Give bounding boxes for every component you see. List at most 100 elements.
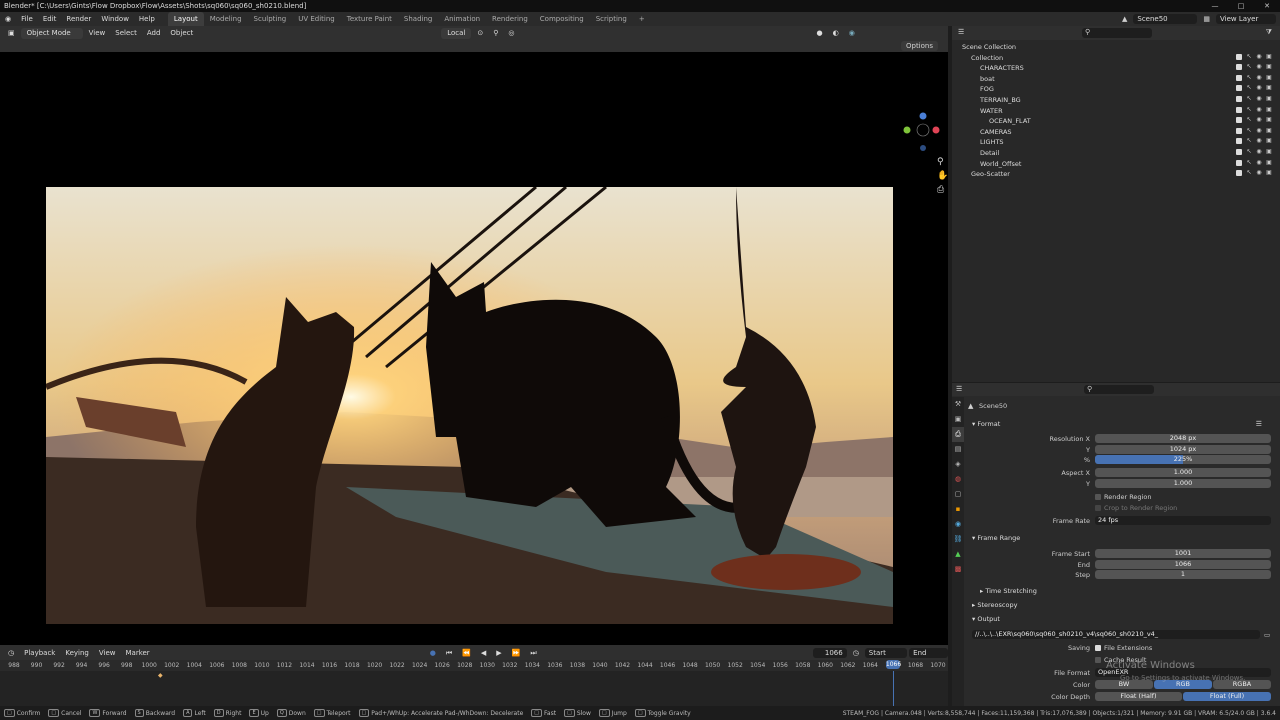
visibility-select-icon[interactable]: ↖: [1246, 138, 1252, 144]
snap-icon[interactable]: ⚲: [489, 27, 502, 39]
playhead[interactable]: 1066: [885, 660, 901, 669]
editor-type-icon[interactable]: ▣: [4, 27, 19, 39]
exclude-checkbox[interactable]: [1236, 64, 1242, 71]
pivot-icon[interactable]: ⊙: [473, 27, 487, 39]
exclude-checkbox[interactable]: [1236, 53, 1242, 60]
visibility-eye-icon[interactable]: ◉: [1256, 53, 1262, 60]
outliner-row[interactable]: TERRAIN_BG ↖ ◉ ▣: [952, 95, 1280, 106]
tab-sculpting[interactable]: Sculpting: [248, 12, 293, 26]
constraint-tab-icon[interactable]: ⛓: [952, 532, 964, 547]
tab-modeling[interactable]: Modeling: [204, 12, 248, 26]
frame-range-section-header[interactable]: ▾ Frame Range: [972, 534, 1020, 542]
exclude-checkbox[interactable]: [1236, 127, 1242, 134]
visibility-eye-icon[interactable]: ◉: [1256, 127, 1262, 134]
shading-solid-icon[interactable]: ●: [813, 27, 827, 39]
outliner-row[interactable]: boat ↖ ◉ ▣: [952, 74, 1280, 85]
depth-half-button[interactable]: Float (Half): [1095, 692, 1182, 701]
tab-compositing[interactable]: Compositing: [534, 12, 590, 26]
exclude-checkbox[interactable]: [1236, 170, 1242, 177]
visibility-select-icon[interactable]: ↖: [1246, 85, 1252, 91]
keyframe-marker[interactable]: ◆: [158, 672, 163, 679]
visibility-select-icon[interactable]: ↖: [1246, 96, 1252, 102]
outliner-row[interactable]: Geo-Scatter ↖ ◉ ▣: [952, 169, 1280, 180]
editor-type-icon[interactable]: ☰: [956, 385, 962, 393]
menu-view[interactable]: View: [95, 647, 120, 659]
file-extensions-checkbox[interactable]: [1095, 645, 1101, 651]
aspect-y-field[interactable]: 1.000: [1095, 479, 1271, 488]
folder-icon[interactable]: ▭: [1264, 630, 1270, 640]
menu-object[interactable]: Object: [166, 27, 197, 39]
exclude-checkbox[interactable]: [1236, 106, 1242, 113]
render-region-checkbox[interactable]: [1095, 494, 1101, 500]
editor-type-icon[interactable]: ☰: [958, 28, 964, 36]
options-dropdown[interactable]: Options: [900, 41, 938, 51]
menu-select[interactable]: Select: [111, 27, 141, 39]
menu-playback[interactable]: Playback: [20, 647, 59, 659]
outliner-row[interactable]: CHARACTERS ↖ ◉ ▣: [952, 63, 1280, 74]
play-reverse-icon[interactable]: ◀: [477, 647, 490, 659]
record-icon[interactable]: ●: [426, 647, 440, 659]
collection-tab-icon[interactable]: ▢: [952, 487, 964, 502]
outliner-row[interactable]: Scene Collection: [952, 42, 1280, 53]
visibility-camera-icon[interactable]: ▣: [1266, 106, 1272, 113]
outliner-row[interactable]: CAMERAS ↖ ◉ ▣: [952, 127, 1280, 138]
mode-dropdown[interactable]: Object Mode: [20, 27, 83, 39]
crop-region-checkbox[interactable]: [1095, 505, 1101, 511]
outliner-row[interactable]: WATER ↖ ◉ ▣: [952, 106, 1280, 117]
minimize-button[interactable]: —: [1202, 0, 1228, 12]
start-frame-field[interactable]: Start 1001: [864, 647, 908, 667]
render-tab-icon[interactable]: ▣: [952, 412, 964, 427]
menu-keying[interactable]: Keying: [61, 647, 93, 659]
visibility-select-icon[interactable]: ↖: [1246, 64, 1252, 70]
visibility-eye-icon[interactable]: ◉: [1256, 117, 1262, 123]
blender-logo-icon[interactable]: ◉: [0, 12, 16, 26]
visibility-camera-icon[interactable]: ▣: [1266, 159, 1272, 166]
visibility-select-icon[interactable]: ↖: [1246, 117, 1252, 123]
visibility-select-icon[interactable]: ↖: [1246, 127, 1252, 134]
exclude-checkbox[interactable]: [1236, 159, 1242, 166]
menu-help[interactable]: Help: [134, 12, 160, 26]
maximize-button[interactable]: □: [1228, 0, 1254, 12]
outliner-row[interactable]: World_Offset ↖ ◉ ▣: [952, 159, 1280, 170]
proportional-icon[interactable]: ◎: [504, 27, 518, 39]
visibility-select-icon[interactable]: ↖: [1246, 53, 1252, 60]
visibility-select-icon[interactable]: ↖: [1246, 170, 1252, 176]
exclude-checkbox[interactable]: [1236, 96, 1242, 102]
tab-animation[interactable]: Animation: [438, 12, 486, 26]
visibility-eye-icon[interactable]: ◉: [1256, 159, 1262, 166]
jump-start-icon[interactable]: ⏮: [442, 647, 456, 659]
visibility-camera-icon[interactable]: ▣: [1266, 170, 1272, 176]
visibility-eye-icon[interactable]: ◉: [1256, 85, 1262, 91]
shading-rendered-icon[interactable]: ◉: [845, 27, 859, 39]
menu-view[interactable]: View: [85, 27, 110, 39]
view-layer-field[interactable]: View Layer: [1216, 14, 1276, 24]
menu-file[interactable]: File: [16, 12, 38, 26]
visibility-select-icon[interactable]: ↖: [1246, 74, 1252, 81]
editor-type-icon[interactable]: ◷: [4, 647, 18, 659]
add-workspace-button[interactable]: +: [633, 12, 651, 26]
tab-texture-paint[interactable]: Texture Paint: [341, 12, 398, 26]
tab-layout[interactable]: Layout: [167, 12, 204, 26]
transform-orientation-dropdown[interactable]: Local: [441, 27, 472, 39]
visibility-eye-icon[interactable]: ◉: [1256, 64, 1262, 70]
visibility-camera-icon[interactable]: ▣: [1266, 149, 1272, 155]
tab-rendering[interactable]: Rendering: [486, 12, 534, 26]
resolution-percent-slider[interactable]: 225%: [1095, 455, 1271, 464]
shading-material-icon[interactable]: ◐: [829, 27, 843, 39]
tool-tab-icon[interactable]: ⚒: [952, 397, 964, 412]
tab-scripting[interactable]: Scripting: [590, 12, 633, 26]
outliner-row[interactable]: LIGHTS ↖ ◉ ▣: [952, 137, 1280, 148]
filter-icon[interactable]: ⧩: [1266, 28, 1272, 37]
visibility-eye-icon[interactable]: ◉: [1256, 149, 1262, 155]
time-stretching-section-header[interactable]: ▸ Time Stretching: [980, 587, 1037, 595]
exclude-checkbox[interactable]: [1236, 138, 1242, 145]
exclude-checkbox[interactable]: [1236, 117, 1242, 124]
visibility-camera-icon[interactable]: ▣: [1266, 127, 1272, 134]
outliner-row[interactable]: Collection ↖ ◉ ▣: [952, 53, 1280, 64]
outliner-row[interactable]: FOG ↖ ◉ ▣: [952, 84, 1280, 95]
next-key-icon[interactable]: ⏩: [508, 647, 525, 659]
menu-render[interactable]: Render: [61, 12, 96, 26]
scene-name-field[interactable]: Scene50: [1133, 14, 1198, 24]
frame-start-field[interactable]: 1001: [1095, 549, 1271, 558]
menu-add[interactable]: Add: [143, 27, 165, 39]
